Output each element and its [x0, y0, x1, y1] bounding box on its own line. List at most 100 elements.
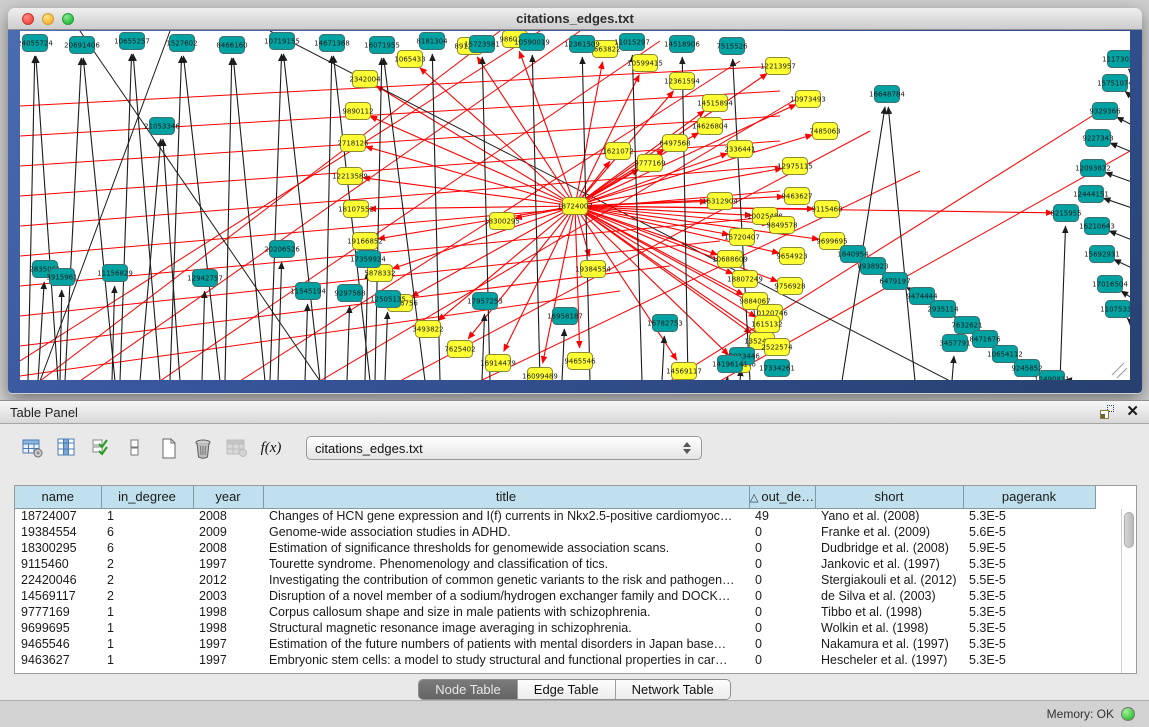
graph-node[interactable]: 12361594 [664, 73, 700, 90]
graph-node[interactable]: 8466160 [216, 37, 247, 54]
graph-node[interactable]: 12975115 [777, 158, 813, 175]
table-settings-button[interactable] [18, 434, 48, 462]
new-file-button[interactable] [154, 434, 184, 462]
graph-node[interactable]: 10599415 [627, 55, 663, 72]
graph-node[interactable]: 11015297 [614, 34, 650, 51]
graph-node[interactable]: 15720407 [724, 229, 760, 246]
graph-node[interactable]: 11173024 [1102, 51, 1130, 68]
graph-node[interactable]: 7625402 [444, 341, 475, 358]
close-window-button[interactable] [22, 13, 34, 25]
graph-node[interactable]: 14569117 [666, 363, 702, 380]
close-panel-icon[interactable]: ✕ [1126, 405, 1139, 419]
graph-node[interactable]: 9890112 [342, 103, 373, 120]
graph-node[interactable]: 9115460 [811, 201, 842, 218]
show-column-button[interactable] [52, 434, 82, 462]
table-row[interactable]: 946362711997Embryonic stem cells: a mode… [15, 652, 1095, 668]
graph-node[interactable]: 15723581 [464, 36, 500, 53]
graph-node[interactable]: 1615132 [751, 316, 782, 333]
graph-node[interactable]: 12942757 [187, 270, 223, 287]
graph-node[interactable]: 10655257 [114, 33, 150, 50]
graph-node[interactable]: 2342004 [349, 71, 381, 88]
graph-node[interactable]: 9777169 [634, 155, 665, 172]
graph-node[interactable]: 16648784 [869, 86, 905, 103]
table-row[interactable]: 1938455462009Genome-wide association stu… [15, 524, 1095, 540]
scrollbar-thumb[interactable] [1124, 512, 1134, 548]
graph-node[interactable]: 19166852 [347, 233, 383, 250]
graph-node[interactable]: 12361509 [564, 36, 600, 53]
graph-node[interactable]: 15692931 [1084, 246, 1120, 263]
column-header-name[interactable]: name [15, 486, 101, 508]
graph-node[interactable]: 8938923 [857, 258, 888, 275]
graph-node[interactable]: 3457791 [939, 335, 970, 352]
graph-node[interactable]: 16958187 [547, 308, 583, 325]
table-selector[interactable]: citations_edges.txt [306, 436, 702, 460]
graph-node[interactable]: 10688609 [712, 251, 748, 268]
graph-node[interactable]: 16210643 [1079, 218, 1115, 235]
graph-node[interactable]: 3915961 [46, 269, 77, 286]
graph-node[interactable]: 12444151 [1073, 186, 1109, 203]
graph-node[interactable]: 7515526 [716, 38, 748, 55]
column-header-pagerank[interactable]: pagerank [963, 486, 1095, 508]
graph-node[interactable]: 18300295 [484, 213, 520, 230]
graph-node[interactable]: 17016504 [1092, 276, 1128, 293]
vertical-scrollbar[interactable] [1121, 509, 1136, 673]
graph-node[interactable]: 1527602 [166, 35, 197, 52]
column-header-short[interactable]: short [815, 486, 963, 508]
graph-node[interactable]: 15751074 [1097, 75, 1130, 92]
graph-node[interactable]: 2718126 [337, 135, 369, 152]
window-titlebar[interactable]: citations_edges.txt [8, 8, 1142, 30]
graph-node[interactable]: 9329366 [1089, 103, 1121, 120]
graph-node[interactable]: 12093872 [1075, 160, 1111, 177]
graph-node[interactable]: 2336441 [724, 141, 755, 158]
graph-node[interactable]: 18107552 [338, 201, 374, 218]
float-panel-icon[interactable] [1100, 405, 1114, 419]
graph-node[interactable]: 6497568 [659, 135, 690, 152]
network-canvas[interactable]: 1872400718300295193845541621072977716964… [20, 31, 1130, 380]
zoom-window-button[interactable] [62, 13, 74, 25]
graph-node[interactable]: 1621072 [602, 143, 633, 160]
graph-node[interactable]: 9849578 [766, 217, 797, 234]
graph-node[interactable]: 12213589 [332, 168, 368, 185]
table-row[interactable]: 911546021997Tourette syndrome. Phenomeno… [15, 556, 1095, 572]
column-header-out_degree[interactable]: △out_de… [749, 486, 815, 508]
graph-node[interactable]: 16071955 [364, 37, 400, 54]
graph-node[interactable]: 9465546 [564, 353, 596, 370]
column-header-title[interactable]: title [263, 486, 749, 508]
graph-node[interactable]: 7485063 [809, 123, 840, 140]
graph-node[interactable]: 10719155 [264, 33, 300, 50]
graph-node[interactable]: 9463627 [781, 188, 812, 205]
graph-node[interactable]: 8181304 [416, 33, 448, 50]
table-row[interactable]: 1872400712008Changes of HCN gene express… [15, 508, 1095, 524]
row-height-button[interactable] [120, 434, 150, 462]
graph-node[interactable]: 6479197 [879, 273, 910, 290]
graph-node[interactable]: 14196141 [712, 356, 748, 373]
graph-node[interactable]: 1065433 [394, 51, 425, 68]
graph-node[interactable]: 11156829 [97, 265, 133, 282]
tab-node-table[interactable]: Node Table [419, 680, 518, 699]
graph-node[interactable]: 9297588 [334, 285, 365, 302]
import-table-button[interactable] [222, 434, 252, 462]
minimize-window-button[interactable] [42, 13, 54, 25]
graph-node[interactable]: 16782753 [647, 315, 683, 332]
graph-node[interactable]: 10590019 [514, 34, 550, 51]
graph-node[interactable]: 11545194 [290, 283, 326, 300]
graph-node[interactable]: 19384554 [575, 261, 611, 278]
table-row[interactable]: 1830029562008Estimation of significance … [15, 540, 1095, 556]
graph-node[interactable]: 20691406 [64, 37, 100, 54]
graph-node[interactable]: 11075338 [1100, 301, 1130, 318]
graph-node[interactable]: 21053346 [144, 118, 180, 135]
tab-network-table[interactable]: Network Table [616, 680, 730, 699]
graph-node[interactable]: 17334261 [759, 360, 795, 377]
graph-node[interactable]: 18807249 [727, 271, 763, 288]
graph-node[interactable]: 8215955 [1050, 205, 1081, 222]
graph-node[interactable]: 14671368 [314, 35, 350, 52]
table-row[interactable]: 969969511998Structural magnetic resonanc… [15, 620, 1095, 636]
graph-node[interactable]: 3493822 [412, 321, 443, 338]
table-row[interactable]: 977716911998Corpus callosum shape and si… [15, 604, 1095, 620]
graph-node[interactable]: 16914479 [480, 355, 516, 372]
delete-table-button[interactable] [188, 434, 218, 462]
graph-node[interactable]: 17957253 [467, 293, 503, 310]
graph-node[interactable]: 24055724 [20, 35, 53, 52]
graph-node[interactable]: 16099489 [522, 368, 558, 381]
graph-node[interactable]: 9756928 [774, 278, 805, 295]
